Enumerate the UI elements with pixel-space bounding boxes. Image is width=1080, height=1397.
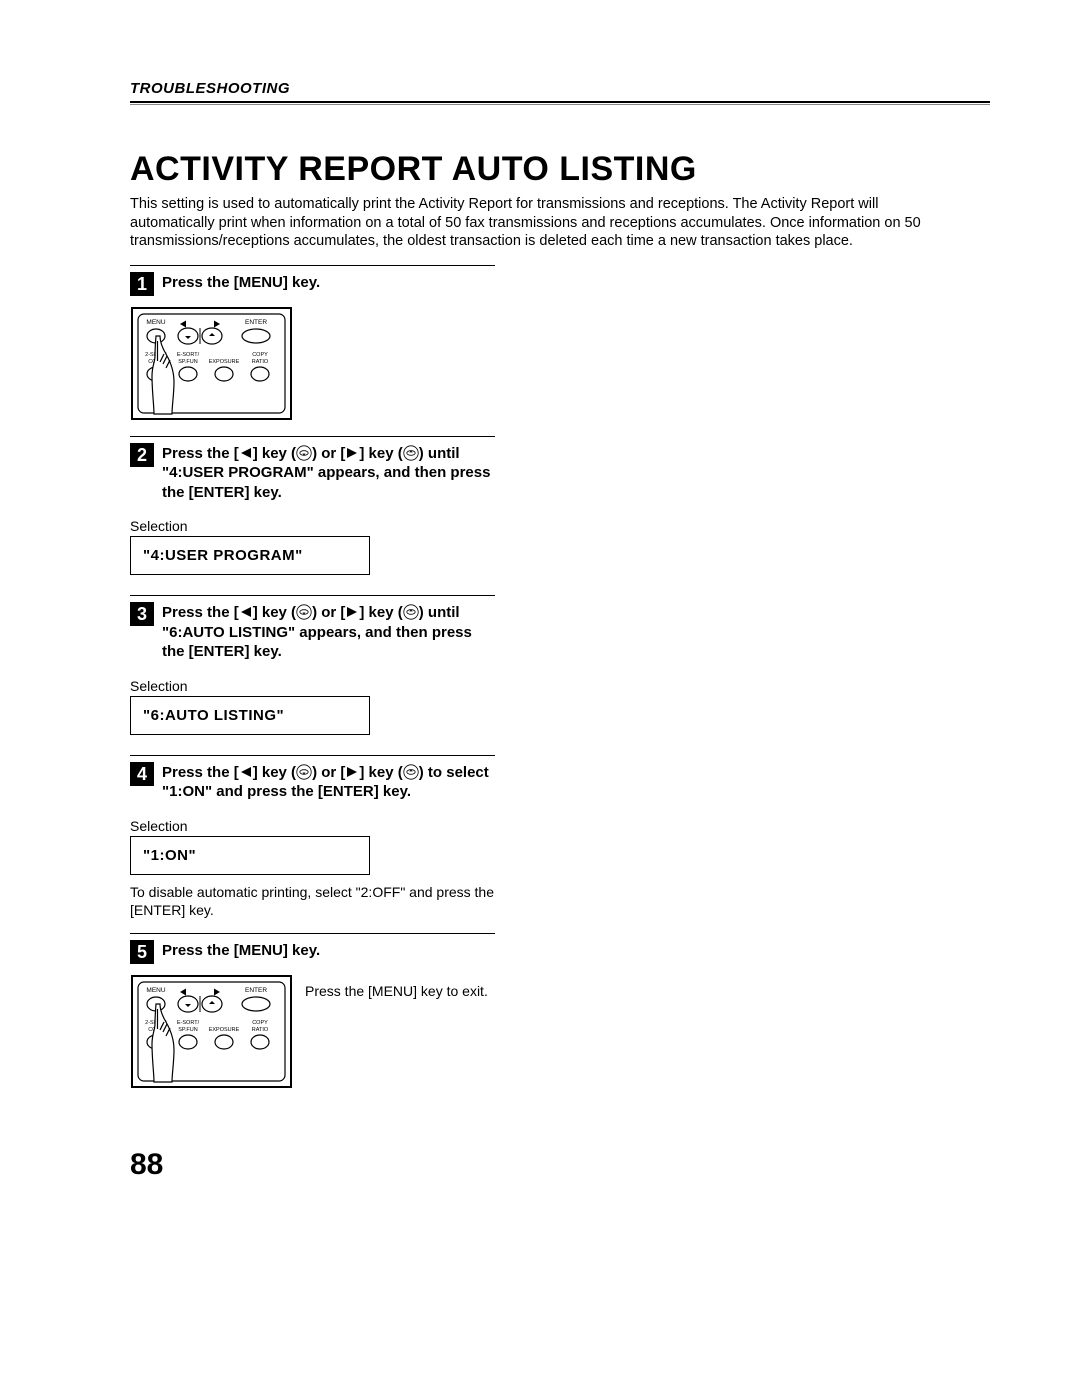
step2-title: Press the [] key () or [] key () until "… <box>162 443 495 503</box>
button-down-icon <box>296 604 312 620</box>
button-down-icon <box>296 445 312 461</box>
step2-text-b: ] key ( <box>253 445 296 462</box>
step3-rule <box>130 595 495 596</box>
step2-head: 2 Press the [] key () or [] key () until… <box>130 443 495 503</box>
step4-text-a: Press the [ <box>162 764 239 781</box>
control-panel-diagram <box>130 974 293 1089</box>
step2-text-a: Press the [ <box>162 445 239 462</box>
page-title: ACTIVITY REPORT AUTO LISTING <box>130 150 990 189</box>
arrow-left-icon <box>239 606 253 618</box>
button-up-icon <box>403 764 419 780</box>
step4-number: 4 <box>130 762 154 786</box>
step4-display: "1:ON" <box>130 836 370 875</box>
step3-text-d: ] key ( <box>359 604 402 621</box>
step3-selection-label: Selection <box>130 678 495 694</box>
intro-paragraph: This setting is used to automatically pr… <box>130 195 960 251</box>
arrow-left-icon <box>239 447 253 459</box>
button-up-icon <box>403 604 419 620</box>
step5-number: 5 <box>130 940 154 964</box>
page-number: 88 <box>130 1148 163 1182</box>
step5-side-text: Press the [MENU] key to exit. <box>305 974 488 1089</box>
step4-head: 4 Press the [] key () or [] key () to se… <box>130 762 495 802</box>
step3-text-c: ) or [ <box>312 604 345 621</box>
arrow-right-icon <box>345 447 359 459</box>
arrow-right-icon <box>345 606 359 618</box>
step4-rule <box>130 755 495 756</box>
step4-text-d: ] key ( <box>359 764 402 781</box>
step1-title: Press the [MENU] key. <box>162 272 320 293</box>
step3-text-b: ] key ( <box>253 604 296 621</box>
step4-note: To disable automatic printing, select "2… <box>130 883 495 919</box>
step3-number: 3 <box>130 602 154 626</box>
step5-title: Press the [MENU] key. <box>162 940 320 961</box>
arrow-right-icon <box>345 766 359 778</box>
step4-text-b: ] key ( <box>253 764 296 781</box>
step3-text-a: Press the [ <box>162 604 239 621</box>
step1-number: 1 <box>130 272 154 296</box>
step3-display: "6:AUTO LISTING" <box>130 696 370 735</box>
step3-head: 3 Press the [] key () or [] key () until… <box>130 602 495 662</box>
step4-title: Press the [] key () or [] key () to sele… <box>162 762 495 802</box>
step3-title: Press the [] key () or [] key () until "… <box>162 602 495 662</box>
button-down-icon <box>296 764 312 780</box>
step4-text-c: ) or [ <box>312 764 345 781</box>
step2-display: "4:USER PROGRAM" <box>130 536 370 575</box>
step5-rule <box>130 933 495 934</box>
header-rule <box>130 101 990 105</box>
step4-selection-label: Selection <box>130 818 495 834</box>
step2-rule <box>130 436 495 437</box>
control-panel-diagram <box>130 306 293 421</box>
step1-rule <box>130 265 495 266</box>
step5-head: 5 Press the [MENU] key. <box>130 940 495 964</box>
section-header: TROUBLESHOOTING <box>130 80 990 97</box>
step2-text-c: ) or [ <box>312 445 345 462</box>
step2-text-d: ] key ( <box>359 445 402 462</box>
step2-selection-label: Selection <box>130 518 495 534</box>
button-up-icon <box>403 445 419 461</box>
step2-number: 2 <box>130 443 154 467</box>
step1-head: 1 Press the [MENU] key. <box>130 272 495 296</box>
arrow-left-icon <box>239 766 253 778</box>
